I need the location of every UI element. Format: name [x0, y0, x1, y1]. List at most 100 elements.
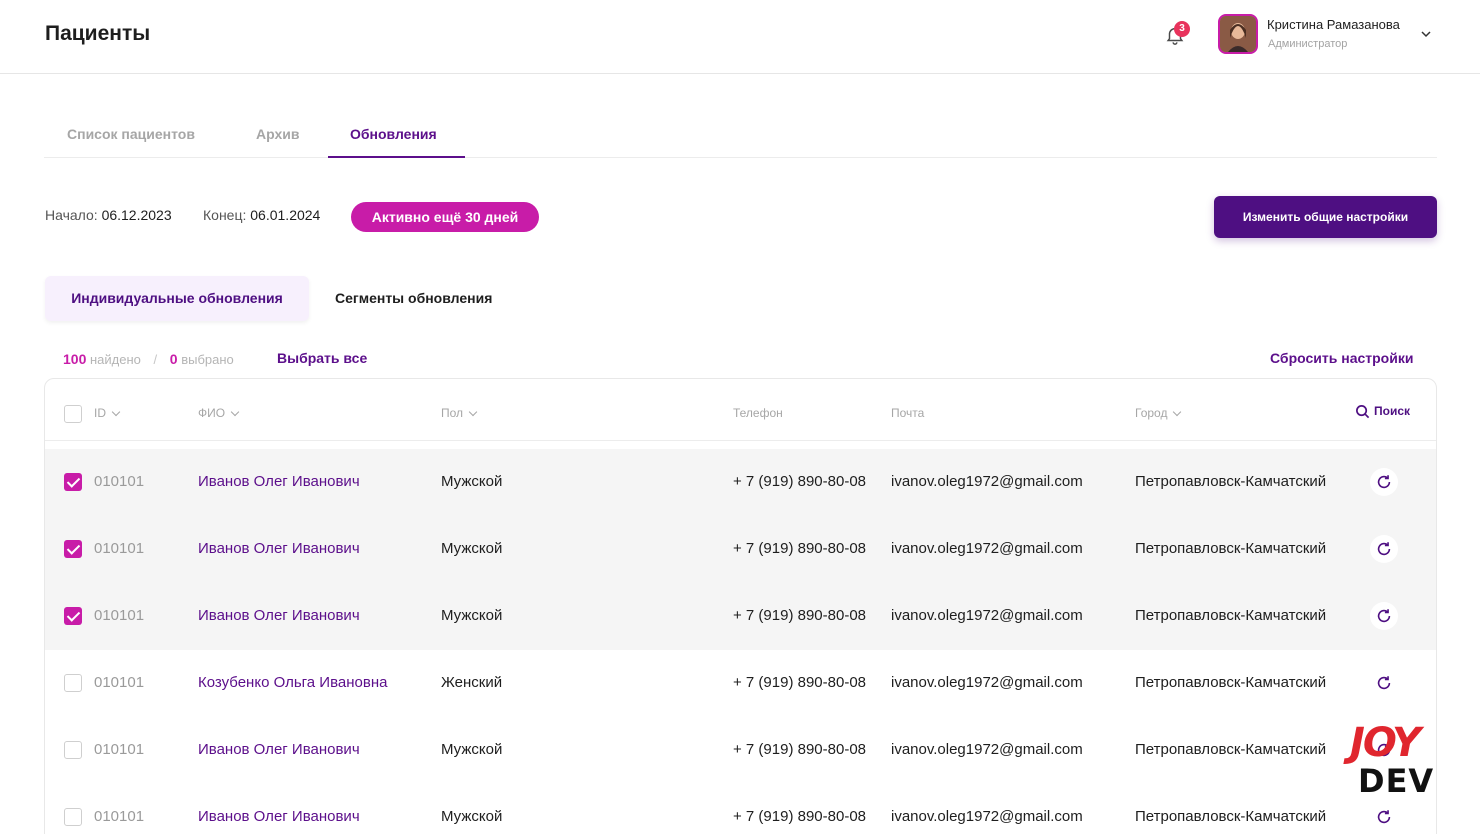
cell-name-link[interactable]: Иванов Олег Иванович — [198, 741, 360, 758]
change-settings-button[interactable]: Изменить общие настройки — [1214, 196, 1437, 238]
user-name[interactable]: Кристина Рамазанова — [1267, 17, 1400, 32]
logo-dev: DEV — [1358, 762, 1435, 800]
counter-separator: / — [153, 352, 158, 367]
column-header-name-label: ФИО — [198, 406, 226, 420]
cell-phone: + 7 (919) 890-80-08 — [733, 473, 867, 490]
tab-archive[interactable]: Архив — [256, 126, 299, 142]
cell-city: Петропавловск-Камчатский — [1135, 473, 1327, 490]
cell-id: 010101 — [94, 808, 145, 825]
row-checkbox[interactable] — [64, 607, 82, 625]
cell-name-link[interactable]: Иванов Олег Иванович — [198, 607, 360, 624]
refresh-button[interactable] — [1370, 803, 1398, 831]
cell-mail: ivanov.oleg1972@gmail.com — [891, 674, 1083, 691]
table-search-button[interactable]: Поиск — [1355, 404, 1410, 419]
cell-name-link[interactable]: Козубенко Ольга Ивановна — [198, 674, 387, 691]
column-header-mail: Почта — [891, 406, 925, 420]
tab-updates[interactable]: Обновления — [350, 126, 437, 142]
sort-caret-icon — [1173, 407, 1182, 417]
cell-id: 010101 — [94, 674, 145, 691]
column-header-sex-label: Пол — [441, 406, 464, 420]
joydev-logo: JOY DEV — [1350, 720, 1440, 802]
refresh-icon — [1377, 609, 1391, 623]
cell-phone: + 7 (919) 890-80-08 — [733, 741, 867, 758]
sort-caret-icon — [111, 407, 121, 417]
table-row[interactable]: 010101 Иванов Олег Иванович Мужской + 7 (91… — [45, 583, 1436, 650]
refresh-button[interactable] — [1370, 535, 1398, 563]
column-header-city-label: Город — [1135, 406, 1168, 420]
row-checkbox[interactable] — [64, 808, 82, 826]
found-count: 100 — [63, 351, 87, 367]
column-header-id-label: ID — [94, 406, 106, 420]
select-all-link[interactable]: Выбрать все — [277, 350, 367, 366]
tab-bar: Список пациентов Архив Обновления — [44, 112, 1437, 158]
tab-patient-list[interactable]: Список пациентов — [67, 126, 195, 142]
cell-name-link[interactable]: Иванов Олег Иванович — [198, 808, 360, 825]
cell-city: Петропавловск-Камчатский — [1135, 540, 1327, 557]
column-header-city[interactable]: Город — [1135, 406, 1182, 420]
search-label: Поиск — [1374, 404, 1411, 418]
notification-badge: 3 — [1174, 21, 1190, 37]
avatar[interactable] — [1218, 14, 1258, 54]
subtab-segment-updates[interactable]: Сегменты обновления — [335, 290, 492, 306]
cell-phone: + 7 (919) 890-80-08 — [733, 808, 867, 825]
cell-city: Петропавловск-Камчатский — [1135, 741, 1327, 758]
cell-phone: + 7 (919) 890-80-08 — [733, 540, 867, 557]
refresh-button[interactable] — [1370, 468, 1398, 496]
selection-counter: 100 найдено / 0 выбрано — [63, 351, 234, 367]
period-start: Начало: 06.12.2023 — [45, 207, 172, 223]
cell-id: 010101 — [94, 473, 145, 490]
row-checkbox[interactable] — [64, 540, 82, 558]
row-checkbox[interactable] — [64, 741, 82, 759]
subtab-individual-updates[interactable]: Индивидуальные обновления — [45, 276, 309, 321]
cell-sex: Мужской — [441, 808, 503, 825]
cell-id: 010101 — [94, 607, 145, 624]
cell-mail: ivanov.oleg1972@gmail.com — [891, 741, 1083, 758]
row-checkbox[interactable] — [64, 674, 82, 692]
period-end: Конец: 06.01.2024 — [203, 207, 320, 223]
table-row[interactable]: 010101 Иванов Олег Иванович Мужской + 7 (91… — [45, 784, 1436, 834]
page-title: Пациенты — [45, 22, 151, 45]
cell-id: 010101 — [94, 741, 145, 758]
cell-mail: ivanov.oleg1972@gmail.com — [891, 540, 1083, 557]
cell-mail: ivanov.oleg1972@gmail.com — [891, 473, 1083, 490]
refresh-button[interactable] — [1370, 602, 1398, 630]
logo-joy: JOY — [1350, 720, 1421, 766]
search-icon — [1356, 405, 1370, 419]
sort-caret-icon — [230, 407, 240, 417]
cell-city: Петропавловск-Камчатский — [1135, 808, 1327, 825]
cell-name-link[interactable]: Иванов Олег Иванович — [198, 540, 360, 557]
active-tab-indicator — [328, 156, 465, 158]
table-header: ID ФИО Пол Телефон Почта Город Поиск — [45, 379, 1436, 441]
reset-settings-link[interactable]: Сбросить настройки — [1270, 350, 1413, 366]
refresh-icon — [1377, 810, 1391, 824]
column-header-phone: Телефон — [733, 406, 783, 420]
sort-caret-icon — [468, 407, 478, 417]
column-header-name[interactable]: ФИО — [198, 406, 240, 420]
table-row[interactable]: 010101 Иванов Олег Иванович Мужской + 7 (91… — [45, 516, 1436, 583]
refresh-icon — [1377, 542, 1391, 556]
table-row[interactable]: 010101 Иванов Олег Иванович Мужской + 7 (91… — [45, 717, 1436, 784]
cell-name-link[interactable]: Иванов Олег Иванович — [198, 473, 360, 490]
chevron-down-icon[interactable] — [1420, 28, 1432, 40]
patients-table: ID ФИО Пол Телефон Почта Город Поиск 010… — [44, 378, 1437, 834]
table-row[interactable]: 010101 Иванов Олег Иванович Мужской + 7 (91… — [45, 449, 1436, 516]
table-row[interactable]: 010101 Козубенко Ольга Ивановна Женский + 7… — [45, 650, 1436, 717]
cell-city: Петропавловск-Камчатский — [1135, 674, 1327, 691]
refresh-icon — [1377, 475, 1391, 489]
refresh-icon — [1377, 676, 1391, 690]
selected-label: выбрано — [181, 352, 234, 367]
column-header-id[interactable]: ID — [94, 406, 121, 420]
column-header-sex[interactable]: Пол — [441, 406, 478, 420]
selected-count: 0 — [169, 351, 178, 367]
period-start-value: 06.12.2023 — [101, 207, 172, 223]
refresh-button[interactable] — [1370, 669, 1398, 697]
select-all-checkbox[interactable] — [64, 405, 82, 423]
period-end-value: 06.01.2024 — [250, 207, 321, 223]
cell-sex: Мужской — [441, 741, 503, 758]
row-checkbox[interactable] — [64, 473, 82, 491]
cell-mail: ivanov.oleg1972@gmail.com — [891, 607, 1083, 624]
active-status-badge: Активно ещё 30 дней — [351, 202, 539, 232]
user-role: Администратор — [1268, 38, 1348, 50]
cell-phone: + 7 (919) 890-80-08 — [733, 607, 867, 624]
cell-sex: Мужской — [441, 540, 503, 557]
